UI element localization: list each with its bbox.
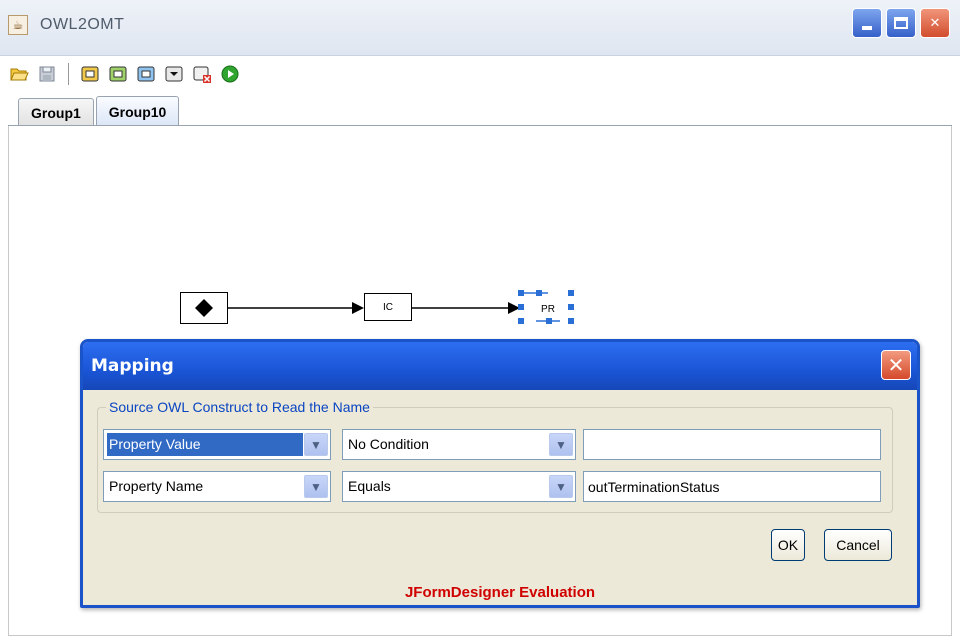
start-node[interactable] [180, 292, 228, 324]
pr-node[interactable]: PR [521, 294, 575, 324]
toolbar [8, 60, 241, 88]
node-output-icon[interactable] [135, 63, 157, 85]
value-field-1[interactable] [583, 429, 881, 460]
condition-select-1[interactable]: No Condition ▼ [342, 429, 576, 460]
window-titlebar[interactable]: ☕ OWL2OMT ✕ [0, 0, 960, 56]
source-select-1-value: Property Value [107, 433, 303, 456]
group-label: Source OWL Construct to Read the Name [106, 399, 373, 415]
close-icon[interactable]: ✕ [920, 8, 950, 38]
ok-button[interactable]: OK [771, 529, 805, 561]
node-add-icon[interactable] [79, 63, 101, 85]
save-icon[interactable] [36, 63, 58, 85]
source-select-1[interactable]: Property Value ▼ [103, 429, 331, 460]
toolbar-separator [68, 63, 69, 85]
tab-group10[interactable]: Group10 [95, 96, 180, 126]
evaluation-watermark: JFormDesigner Evaluation [404, 584, 596, 601]
title-area: ☕ OWL2OMT [8, 12, 124, 38]
dialog-title: Mapping [91, 356, 174, 376]
condition-select-1-value: No Condition [348, 436, 429, 452]
value-input-1[interactable] [584, 430, 880, 459]
value-field-2[interactable] [583, 471, 881, 502]
dialog-close-icon[interactable]: ✕ [881, 350, 911, 380]
condition-select-2[interactable]: Equals ▼ [342, 471, 576, 502]
diamond-icon [195, 299, 213, 317]
value-input-2[interactable] [584, 472, 880, 501]
source-select-2[interactable]: Property Name ▼ [103, 471, 331, 502]
window-title: OWL2OMT [40, 16, 125, 33]
node-input-icon[interactable] [107, 63, 129, 85]
chevron-down-icon[interactable]: ▼ [304, 433, 328, 456]
tab-bar: Group1 Group10 [18, 96, 181, 126]
open-folder-icon[interactable] [8, 63, 30, 85]
condition-select-2-value: Equals [348, 478, 391, 494]
cancel-button[interactable]: Cancel [824, 529, 892, 561]
chevron-down-icon[interactable]: ▼ [549, 433, 573, 456]
tab-group1[interactable]: Group1 [18, 98, 94, 126]
ic-node[interactable]: IC [364, 293, 412, 321]
window-controls: ✕ [852, 8, 950, 38]
minimize-icon[interactable] [852, 8, 882, 38]
node-merge-icon[interactable] [163, 63, 185, 85]
run-icon[interactable] [219, 63, 241, 85]
chevron-down-icon[interactable]: ▼ [304, 475, 328, 498]
node-delete-icon[interactable] [191, 63, 213, 85]
java-cup-icon: ☕ [8, 15, 28, 35]
dialog-titlebar[interactable]: Mapping ✕ [83, 342, 917, 390]
chevron-down-icon[interactable]: ▼ [549, 475, 573, 498]
main-window: ☕ OWL2OMT ✕ Group1 Group10 IC PR Mapping… [0, 0, 960, 642]
maximize-icon[interactable] [886, 8, 916, 38]
source-select-2-value: Property Name [109, 478, 204, 494]
mapping-dialog: Mapping ✕ Source OWL Construct to Read t… [80, 339, 920, 608]
